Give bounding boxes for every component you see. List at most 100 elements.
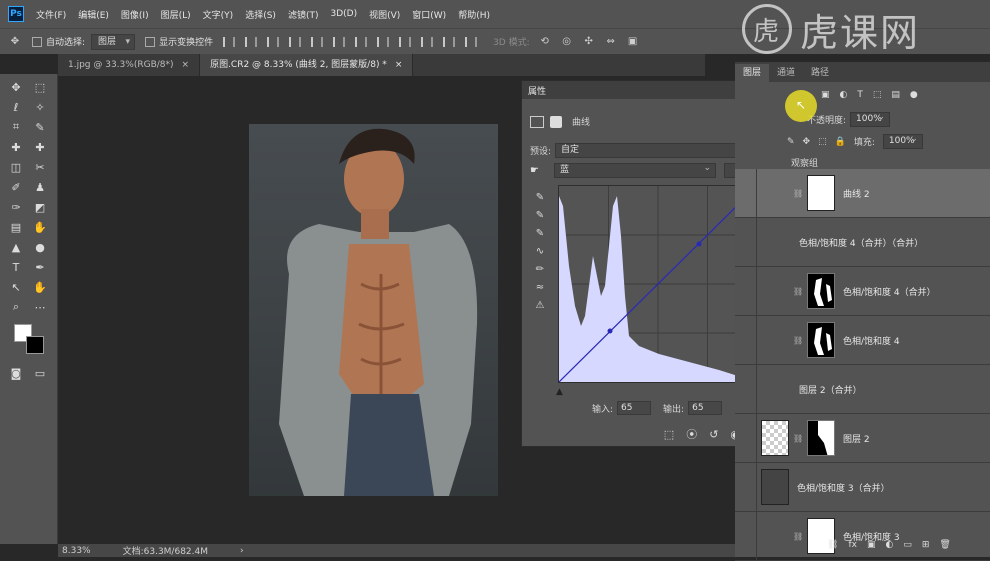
draw-curve-pencil-icon[interactable]: ✏ [532, 261, 548, 279]
new-adjustment-icon[interactable]: ◐ [885, 540, 893, 550]
layer-row[interactable]: ⛓ 色相/饱和度 4（合并） [735, 266, 990, 316]
menu-filter[interactable]: 滤镜(T) [288, 8, 319, 21]
visibility-eye-icon[interactable] [735, 413, 757, 463]
lasso-tool-icon[interactable]: ℓ [6, 98, 26, 116]
layer-row[interactable]: ⛓ 图层 2 [735, 413, 990, 463]
black-point-eyedropper-icon[interactable]: ✎ [532, 189, 548, 207]
align-hcenter-icon[interactable] [311, 36, 324, 47]
layer-row[interactable]: 色相/饱和度 4（合并）（合并） [735, 217, 990, 267]
marquee-tool-icon[interactable]: ⬚ [30, 78, 50, 96]
target-adjust-icon[interactable]: ☛ [530, 165, 544, 176]
fx-icon[interactable]: fx [848, 540, 857, 550]
distribute-vcenter-icon[interactable] [377, 36, 390, 47]
layer-row[interactable]: ⛓ 色相/饱和度 4 [735, 315, 990, 365]
brush-tool-icon[interactable]: ✐ [6, 178, 26, 196]
align-vcenter-icon[interactable] [245, 36, 258, 47]
add-mask-icon[interactable]: ▣ [867, 540, 876, 550]
new-layer-icon[interactable]: ⊞ [922, 540, 930, 550]
layer-row[interactable]: 图层 2（合并） [735, 364, 990, 414]
magic-wand-icon[interactable]: ✧ [30, 98, 50, 116]
visibility-eye-icon[interactable] [735, 217, 757, 267]
reset-icon[interactable]: ↺ [709, 428, 718, 441]
zoom-tool-icon[interactable]: ⌕ [6, 298, 26, 316]
lock-position-icon[interactable]: ✥ [803, 137, 811, 147]
close-icon[interactable]: × [182, 60, 190, 70]
zoom-level[interactable]: 8.33% [62, 546, 91, 556]
layer-thumbnail[interactable] [761, 420, 789, 456]
patch-tool-icon[interactable]: ✚ [30, 138, 50, 156]
eyedropper-icon[interactable]: ✎ [30, 118, 50, 136]
crop-tool-icon[interactable]: ⌗ [6, 118, 26, 136]
gradient-tool-icon[interactable]: ▤ [6, 218, 26, 236]
tab-paths[interactable]: 路径 [803, 64, 837, 82]
filter-toggle-icon[interactable]: ● [910, 90, 918, 100]
stamp-tool-icon[interactable]: ♟ [30, 178, 50, 196]
distribute-top-icon[interactable] [355, 36, 368, 47]
status-menu-arrow[interactable]: › [240, 546, 244, 556]
3d-orbit-icon[interactable]: ⟲ [538, 35, 552, 49]
menu-edit[interactable]: 编辑(E) [78, 8, 109, 21]
white-point-eyedropper-icon[interactable]: ✎ [532, 225, 548, 243]
layer-row[interactable]: 色相/饱和度 3（合并） [735, 462, 990, 512]
distribute-right-icon[interactable] [465, 36, 478, 47]
hand-tool-icon[interactable]: ✋ [30, 278, 50, 296]
layer-name[interactable]: 图层 2 [843, 432, 870, 445]
view-previous-icon[interactable]: ⦿ [686, 426, 697, 442]
mask-thumbnail[interactable] [807, 273, 835, 309]
menu-layer[interactable]: 图层(L) [161, 8, 191, 21]
layer-row[interactable]: ⛓ 曲线 2 [735, 168, 990, 218]
close-icon[interactable]: × [395, 60, 403, 70]
background-color-swatch[interactable] [26, 336, 44, 354]
canvas-photo[interactable] [249, 124, 498, 496]
align-top-icon[interactable] [223, 36, 236, 47]
quick-mask-icon[interactable]: ◙ [6, 364, 26, 382]
move-tool-icon[interactable]: ✥ [8, 35, 22, 49]
mask-thumbnail[interactable] [807, 322, 835, 358]
auto-select-dropdown[interactable]: 图层 [91, 33, 136, 50]
filter-type-icon[interactable]: T [857, 90, 863, 100]
dodge-tool-icon[interactable]: ▲ [6, 238, 26, 256]
auto-select-checkbox[interactable] [32, 36, 42, 47]
visibility-eye-icon[interactable] [735, 168, 757, 218]
delete-layer-icon[interactable]: 🗑 [939, 540, 950, 550]
visibility-eye-icon[interactable] [735, 511, 757, 561]
3d-scale-icon[interactable]: ▣ [626, 35, 640, 49]
lock-artboard-icon[interactable]: ⬚ [818, 137, 827, 147]
show-transform-checkbox[interactable] [145, 36, 156, 47]
opacity-field[interactable]: 100% [850, 111, 891, 127]
frame-tool-icon[interactable]: ◫ [6, 158, 26, 176]
gray-point-eyedropper-icon[interactable]: ✎ [532, 207, 548, 225]
pen-tool-icon[interactable]: ● [30, 238, 50, 256]
input-field[interactable]: 65 [617, 401, 652, 415]
menu-type[interactable]: 文字(Y) [203, 8, 234, 21]
black-point-slider-icon[interactable]: ▲ [556, 387, 563, 397]
menu-help[interactable]: 帮助(H) [458, 8, 490, 21]
healing-brush-icon[interactable]: ✚ [6, 138, 26, 156]
link-layers-icon[interactable]: ⛓ [827, 540, 838, 550]
visibility-eye-icon[interactable] [735, 315, 757, 365]
distribute-hcenter-icon[interactable] [443, 36, 456, 47]
menu-image[interactable]: 图像(I) [121, 8, 149, 21]
align-right-icon[interactable] [333, 36, 346, 47]
layer-name[interactable]: 色相/饱和度 4（合并）（合并） [799, 236, 923, 249]
screen-mode-icon[interactable]: ▭ [30, 364, 50, 382]
tab-original-cr2[interactable]: 原图.CR2 @ 8.33% (曲线 2, 图层蒙版/8) * × [200, 54, 414, 76]
layer-row[interactable]: ⛓ 色相/饱和度 3 [735, 511, 990, 561]
history-brush-icon[interactable]: ✑ [6, 198, 26, 216]
group-name[interactable]: 观察组 [791, 156, 818, 169]
menu-select[interactable]: 选择(S) [245, 8, 276, 21]
align-bottom-icon[interactable] [267, 36, 280, 47]
filter-adjustment-icon[interactable]: ◐ [840, 90, 848, 100]
mask-icon[interactable] [550, 115, 562, 128]
new-group-icon[interactable]: ▭ [903, 540, 912, 550]
layer-thumbnail[interactable] [761, 469, 789, 505]
type-tool-icon[interactable]: T [6, 258, 26, 276]
mask-thumbnail[interactable] [807, 175, 835, 211]
blur-tool-icon[interactable]: ✋ [30, 218, 50, 236]
3d-roll-icon[interactable]: ◎ [560, 35, 574, 49]
edit-points-icon[interactable]: ∿ [532, 243, 548, 261]
align-left-icon[interactable] [289, 36, 302, 47]
filter-shape-icon[interactable]: ⬚ [873, 90, 882, 100]
preset-dropdown[interactable]: 自定 [555, 142, 764, 158]
clip-to-layer-icon[interactable]: ⬚ [664, 428, 674, 441]
